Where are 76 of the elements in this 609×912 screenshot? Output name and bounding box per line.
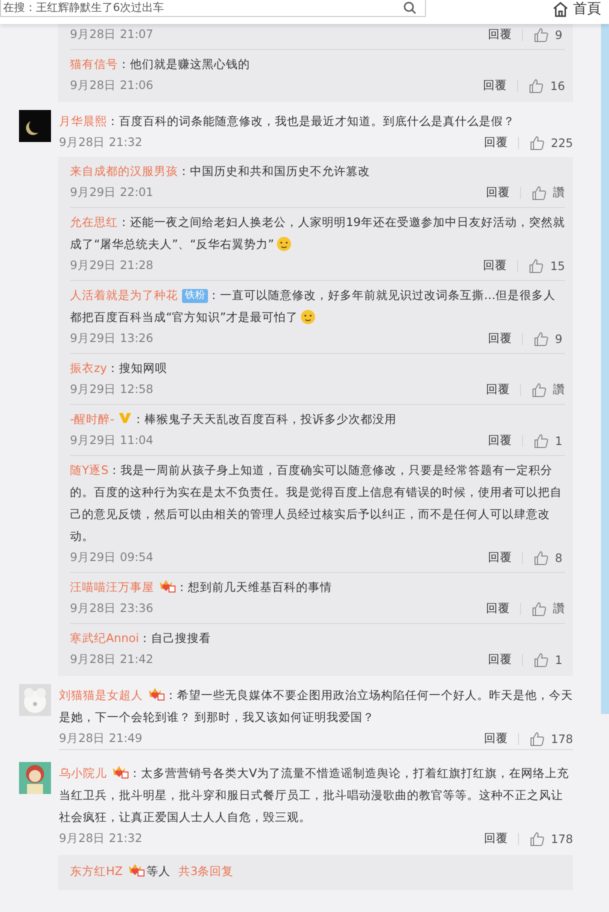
reply-link[interactable]: 回覆	[488, 652, 512, 667]
reply-link[interactable]: 回覆	[488, 27, 512, 42]
comment-text: 寒武纪Annoi：自己搜搜看	[70, 630, 212, 647]
home-icon	[552, 0, 569, 18]
reply-link[interactable]: 回覆	[484, 135, 508, 150]
thumbs-up-icon[interactable]	[531, 600, 547, 616]
comment-text: 人活着就是为了种花 铁粉 ：一直可以随意修改，好多年前就见识过改词条互撕…但是很多人都把百度百科当成“官方知识”才是最可怕了	[70, 287, 557, 327]
thumbs-up-icon[interactable]	[533, 432, 549, 448]
like-count: 15	[550, 258, 565, 272]
thumbs-up-icon[interactable]	[528, 78, 544, 94]
reply-link[interactable]: 回覆	[486, 601, 510, 616]
crown-heart-icon	[147, 687, 165, 701]
comment-date: 9月29日 11:04	[70, 433, 154, 448]
comment-date: 9月29日 09:54	[70, 550, 154, 565]
search-field[interactable]: 在搜：王红辉静默生了6次过出车	[0, 0, 426, 17]
thumbs-up-icon[interactable]	[528, 134, 545, 150]
like-count: 8	[555, 550, 564, 564]
like-count: 9	[555, 28, 564, 42]
thumbs-up-icon[interactable]	[533, 652, 549, 668]
like-count: 178	[550, 732, 573, 746]
thumbs-up-icon[interactable]	[528, 258, 544, 274]
thumbs-up-icon[interactable]	[528, 730, 545, 746]
like-count: 16	[550, 78, 565, 92]
comment-text: 乌小院儿 ：太多营营销号各类大V为了流量不惜造谣制造舆论，打着红旗打红旗，在网络上充当红卫兵，批斗明星，批斗穿和服日式餐厅员工，批斗唱动漫歌曲的教官等等。这种不正之风让社会疯狂，让真正爱国人士人人自危，毁三观。	[59, 764, 570, 826]
like-count: 讚	[553, 601, 565, 616]
crown-heart-icon	[126, 863, 145, 877]
like-count: 讚	[553, 185, 565, 200]
reply-link[interactable]: 回覆	[483, 78, 508, 93]
crown-heart-icon	[111, 765, 129, 779]
reply-link[interactable]: 回覆	[486, 185, 510, 200]
reply-link[interactable]: 回覆	[484, 831, 508, 846]
fan-badge: 铁粉	[182, 289, 208, 303]
like-count: 讚	[553, 382, 565, 397]
like-count: 1	[555, 434, 564, 448]
comment-date: 9月28日 21:06	[70, 78, 154, 93]
comment-text: 允在思红：还能一夜之间给老妇人换老公，人家明明19年还在受邀参加中日友好活动，突然就成了“屠华总统夫人”、“反华右翼势力”	[70, 214, 565, 254]
verified-v-icon	[118, 411, 132, 425]
reply-link[interactable]: 回覆	[488, 331, 512, 346]
reply-link[interactable]: 回覆	[488, 433, 512, 448]
thumbs-up-icon[interactable]	[531, 382, 547, 398]
comment-date: 9月28日 21:49	[59, 731, 142, 746]
comment-text: 刘猫猫是女超人 ：希望一些无良媒体不要企图用政治立场构陷任何一个好人。昨天是他，今天是她，下一个会轮到谁？ 到那时，我又该如何证明我爱国？	[59, 686, 573, 726]
reply-link[interactable]: 回覆	[484, 731, 508, 746]
reply-link[interactable]: 回覆	[486, 382, 510, 397]
thumbs-up-icon[interactable]	[531, 184, 547, 200]
comment-text: 来自成都的汉服男孩：中国历史和共和国历史不允许篡改	[70, 163, 371, 180]
crown-heart-icon	[158, 579, 176, 593]
comment-date: 9月29日 12:58	[70, 382, 154, 397]
comment-date: 9月28日 23:36	[70, 601, 154, 616]
comment-text: -醒时醉- ：棒猴鬼子天天乱改百度百科，投诉多少次都没用	[70, 410, 398, 428]
thumbs-up-icon[interactable]	[533, 330, 549, 346]
like-count: 178	[550, 832, 573, 846]
comment-date: 9月29日 21:28	[70, 258, 154, 273]
search-icon[interactable]	[403, 1, 417, 15]
home-link[interactable]: 首頁	[552, 0, 601, 18]
thumbs-up-icon[interactable]	[533, 26, 549, 42]
like-count: 1	[555, 652, 564, 666]
comment-date: 9月28日 21:32	[59, 135, 142, 150]
comment-date: 9月28日 21:42	[70, 652, 154, 667]
thumbs-up-icon[interactable]	[528, 830, 545, 846]
reply-link[interactable]: 回覆	[483, 258, 508, 273]
comment-text: 随Y逐S：我是一周前从孩子身上知道，百度确实可以随意修改，只要是经常答题有一定积分的。百度的这种行为实在是太不负责任。我是觉得百度上信息有错误的时候，使用者可以把自己的意见反馈，然后可以由相关的管理人员经过核实后予以纠正，而不是任何人可以肆意改动。	[70, 462, 563, 545]
thumbs-up-icon[interactable]	[533, 550, 549, 566]
comment-text: 猫有信号：他们就是赚这黑心钱的	[70, 56, 251, 73]
scrollbar[interactable]	[601, 24, 609, 714]
reply-link[interactable]: 回覆	[488, 550, 512, 565]
comment-text: 振衣zy：搜知网呗	[70, 360, 168, 377]
comment-date: 9月28日 21:32	[59, 831, 142, 846]
others-text: 等人	[146, 864, 171, 878]
comment-text: 汪喵喵汪万事屋 ：想到前几天维基百科的事情	[70, 578, 333, 596]
comment-date: 9月29日 13:26	[70, 331, 154, 346]
comment-date: 9月29日 22:01	[70, 185, 154, 200]
comment-text: 月华晨熙：百度百科的词条能随意修改，我也是最近才知道。到底什么是真什么是假？	[59, 113, 516, 130]
like-count: 9	[555, 332, 564, 346]
like-count: 225	[550, 136, 573, 150]
comment-date: 9月28日 21:07	[70, 27, 154, 42]
